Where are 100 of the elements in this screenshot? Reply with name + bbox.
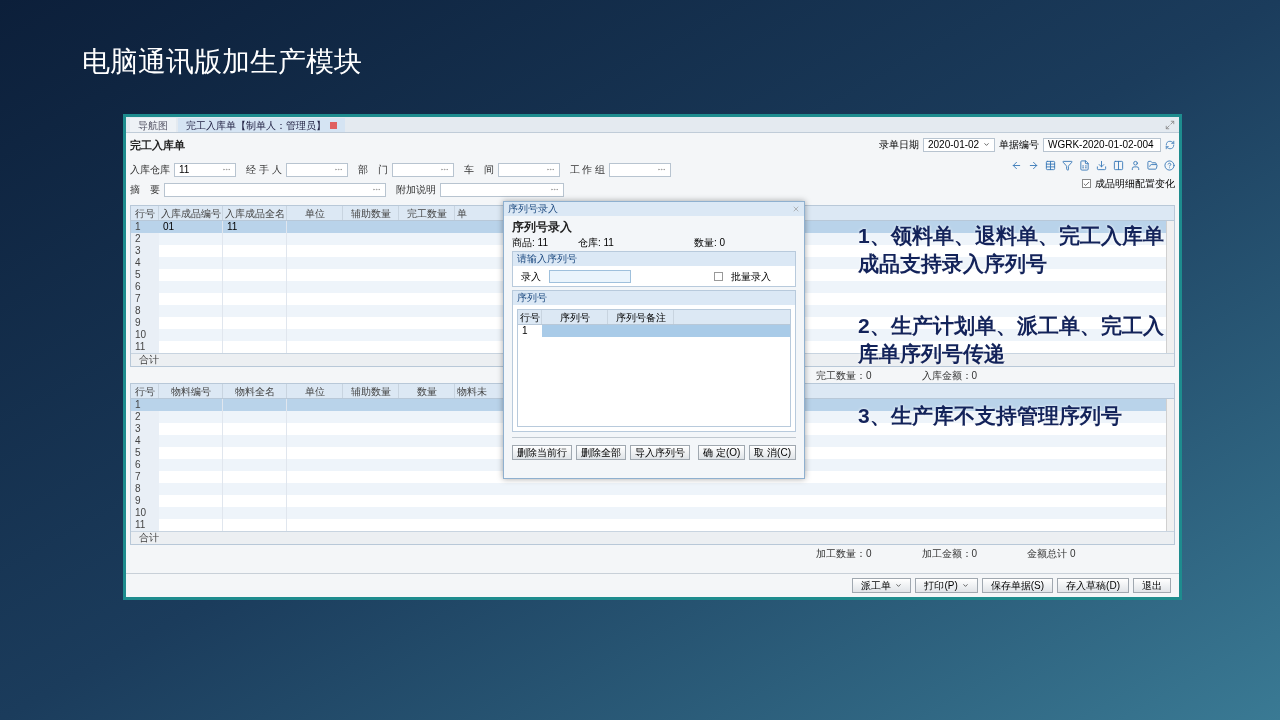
row-number[interactable]: 3 — [131, 245, 159, 257]
column-header: 入库成品编号 — [159, 206, 223, 220]
action-button[interactable]: 打印(P) — [915, 578, 978, 593]
summary-text: 入库金额：0 — [921, 368, 978, 383]
form-title: 完工入库单 — [130, 138, 185, 153]
field-label: 入库仓库 — [130, 163, 170, 177]
row-number[interactable]: 5 — [131, 447, 159, 459]
more-icon — [550, 185, 559, 194]
input-field[interactable] — [440, 182, 564, 197]
field-label: 工 作 组 — [569, 163, 606, 177]
field-label: 部 门 — [357, 163, 388, 177]
scrollbar[interactable] — [1166, 399, 1174, 531]
dialog-title: 序列号录入 — [508, 204, 558, 214]
serial-input[interactable] — [549, 269, 631, 283]
input-field[interactable]: 11 — [174, 162, 236, 177]
right-arrow-icon[interactable] — [1028, 160, 1039, 171]
close-icon[interactable] — [792, 205, 800, 213]
summary-text: 加工数量：0 — [816, 546, 872, 561]
caret-icon — [895, 582, 903, 589]
row-number[interactable]: 6 — [131, 281, 159, 293]
column-header: 辅助数量 — [343, 384, 399, 398]
row-number[interactable]: 11 — [131, 341, 159, 353]
row-number[interactable]: 10 — [131, 329, 159, 341]
row-number[interactable]: 9 — [131, 495, 159, 507]
sheet-icon[interactable] — [1079, 160, 1090, 171]
column-header: 行号 — [518, 310, 542, 324]
row-number[interactable]: 5 — [131, 269, 159, 281]
refresh-icon[interactable] — [1165, 139, 1175, 150]
row-number[interactable]: 9 — [131, 317, 159, 329]
row-number[interactable]: 2 — [131, 411, 159, 423]
help-icon[interactable] — [1164, 160, 1175, 171]
row-number[interactable]: 11 — [131, 519, 159, 531]
column-header: 行号 — [131, 206, 159, 220]
row-number[interactable]: 8 — [131, 305, 159, 317]
info-text: 数量: 0 — [693, 238, 725, 248]
row-number[interactable]: 4 — [131, 257, 159, 269]
note-text: 1、领料单、退料单、完工入库单成品支持录入序列号 — [858, 223, 1165, 277]
more-icon — [372, 185, 381, 194]
dialog-button[interactable]: 导入序列号 — [630, 445, 690, 460]
row-number[interactable]: 3 — [131, 423, 159, 435]
field-label: 经 手 人 — [246, 163, 282, 177]
row-number[interactable]: 7 — [131, 471, 159, 483]
table-row[interactable]: 1 — [518, 325, 790, 337]
action-button[interactable]: 存入草稿(D) — [1057, 578, 1129, 593]
more-icon — [439, 165, 449, 174]
close-icon[interactable] — [330, 121, 337, 129]
field-label: 附加说明 — [396, 183, 436, 197]
maximize-icon[interactable] — [1165, 120, 1175, 130]
row-number[interactable]: 4 — [131, 435, 159, 447]
columns-icon[interactable] — [1113, 160, 1124, 171]
field-label: 录入 — [521, 269, 541, 284]
input-field[interactable] — [285, 162, 348, 177]
left-arrow-icon[interactable] — [1011, 160, 1022, 171]
field-label: 车 间 — [463, 163, 494, 177]
section-title: 序列号 — [517, 293, 547, 303]
input-field[interactable] — [497, 162, 560, 177]
input-field[interactable] — [609, 162, 672, 177]
scrollbar[interactable] — [1166, 221, 1174, 353]
summary-text: 金额总计 0 — [1027, 546, 1076, 561]
action-button[interactable]: 退出 — [1133, 578, 1171, 593]
summary-text: 完工数量：0 — [816, 368, 872, 383]
input-field[interactable]: WGRK-2020-01-02-004 — [1043, 137, 1161, 152]
column-header: 单位 — [287, 384, 343, 398]
dialog-button[interactable]: 删除当前行 — [512, 445, 572, 460]
action-button[interactable]: 保存单据(S) — [981, 578, 1054, 593]
dialog-button[interactable]: 删除全部 — [576, 445, 626, 460]
user-icon[interactable] — [1130, 160, 1141, 171]
checkbox-label: 成品明细配置变化 — [1095, 177, 1175, 191]
note-text: 3、生产库不支持管理序列号 — [858, 403, 1123, 429]
more-icon — [657, 165, 667, 174]
column-header: 物料全名 — [223, 384, 287, 398]
input-field[interactable] — [164, 182, 386, 197]
tab[interactable]: 导航图 — [130, 118, 176, 132]
tab[interactable]: 完工入库单【制单人：管理员】 — [178, 118, 345, 132]
row-number[interactable]: 8 — [131, 483, 159, 495]
checkbox-label: 批量录入 — [731, 269, 771, 284]
more-icon — [333, 165, 343, 174]
caret-icon — [983, 141, 990, 148]
column-header: 数量 — [399, 384, 455, 398]
row-number[interactable]: 7 — [131, 293, 159, 305]
column-header: 序列号 — [542, 310, 608, 324]
action-button[interactable]: 派工单 — [852, 578, 912, 593]
date-field[interactable]: 2020-01-02 — [923, 137, 995, 152]
dialog-button[interactable]: 取 消(C) — [749, 445, 796, 460]
row-number[interactable]: 10 — [131, 507, 159, 519]
table-icon[interactable] — [1045, 160, 1056, 171]
caret-icon — [961, 582, 969, 589]
filter-icon[interactable] — [1062, 160, 1073, 171]
option-checkbox[interactable] — [1082, 179, 1091, 188]
row-number[interactable]: 2 — [131, 233, 159, 245]
column-header: 行号 — [131, 384, 159, 398]
input-field[interactable] — [391, 162, 454, 177]
download-icon[interactable] — [1096, 160, 1107, 171]
dialog-button[interactable]: 确 定(O) — [698, 445, 746, 460]
folder-icon[interactable] — [1147, 160, 1158, 171]
field-label: 单据编号 — [999, 138, 1039, 152]
row-number[interactable]: 6 — [131, 459, 159, 471]
dialog-heading: 序列号录入 — [512, 220, 572, 235]
column-header: 入库成品全名 — [223, 206, 287, 220]
batch-checkbox[interactable] — [714, 271, 723, 281]
